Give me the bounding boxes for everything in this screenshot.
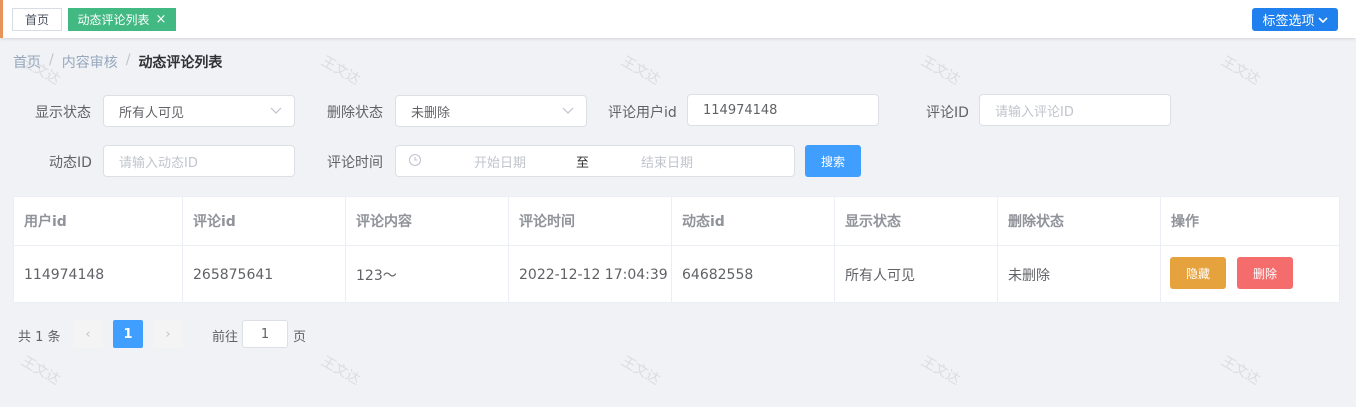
goto-page-input[interactable]: 1	[242, 320, 288, 348]
chevron-right-icon: ›	[165, 326, 171, 342]
breadcrumb-item-home[interactable]: 首页	[13, 52, 41, 72]
delete-status-select[interactable]: 未删除	[395, 95, 587, 127]
comment-user-id-input[interactable]: 114974148	[687, 94, 879, 126]
watermark-text: 王文达	[1218, 53, 1263, 89]
display-status-label: 显示状态	[35, 105, 91, 121]
range-separator: 至	[576, 155, 590, 171]
watermark-text: 王文达	[1218, 353, 1263, 389]
breadcrumb-separator: /	[125, 52, 131, 68]
chevron-down-icon	[1317, 16, 1328, 23]
tag-home[interactable]: 首页	[12, 8, 62, 31]
watermark-text: 王文达	[918, 353, 963, 389]
table-header-comment-id: 评论id	[183, 197, 346, 246]
cell-comment-id: 265875641	[183, 246, 346, 303]
chevron-down-icon	[270, 107, 282, 114]
comment-time-range-picker[interactable]: 开始日期 至 结束日期	[395, 145, 795, 177]
tag-home-label: 首页	[24, 13, 49, 27]
table-header-user-id: 用户id	[14, 197, 183, 246]
table-header-dynamic-id: 动态id	[672, 197, 835, 246]
end-date-placeholder[interactable]: 结束日期	[641, 152, 693, 171]
chevron-left-icon: ‹	[85, 326, 91, 342]
comments-table: 用户id 评论id 评论内容 评论时间 动态id 显示状态 删除状态 操作 11…	[13, 196, 1340, 303]
display-status-select[interactable]: 所有人可见	[103, 95, 295, 127]
goto-suffix: 页	[293, 330, 307, 345]
delete-status-label: 删除状态	[327, 105, 383, 121]
tag-active-label: 动态评论列表	[77, 13, 150, 27]
breadcrumb-item-current: 动态评论列表	[138, 55, 223, 71]
display-status-value: 所有人可见	[119, 105, 185, 121]
delete-button-label: 删除	[1252, 266, 1277, 281]
table-header-delete-status: 删除状态	[998, 197, 1161, 246]
clock-icon	[408, 153, 422, 167]
cell-dynamic-id: 64682558	[672, 246, 835, 303]
cell-time: 2022-12-12 17:04:39	[509, 246, 672, 303]
delete-status-value: 未删除	[411, 105, 451, 121]
goto-label: 前往	[212, 330, 239, 345]
pagination-total: 共 1 条	[18, 330, 61, 345]
table-header-content: 评论内容	[346, 197, 509, 246]
dynamic-id-placeholder: 请输入动态ID	[119, 155, 198, 171]
watermark-text: 王文达	[318, 353, 363, 389]
comment-user-id-value: 114974148	[703, 102, 778, 118]
table-header-time: 评论时间	[509, 197, 672, 246]
hide-button-label: 隐藏	[1185, 266, 1210, 281]
watermark-text: 王文达	[918, 53, 963, 89]
prev-page-button[interactable]: ‹	[73, 320, 103, 348]
cell-display-status: 所有人可见	[835, 246, 998, 303]
hide-button[interactable]: 隐藏	[1170, 257, 1226, 289]
comment-id-input[interactable]: 请输入评论ID	[979, 94, 1171, 126]
search-button-label: 搜索	[820, 154, 845, 169]
chevron-down-icon	[562, 107, 574, 114]
delete-button[interactable]: 删除	[1237, 257, 1293, 289]
comment-id-placeholder: 请输入评论ID	[995, 104, 1074, 120]
table-header-display-status: 显示状态	[835, 197, 998, 246]
breadcrumb: 首页 / 内容审核 / 动态评论列表	[13, 52, 222, 72]
close-icon[interactable]: ×	[156, 13, 167, 26]
cell-content: 123～	[346, 246, 509, 303]
next-page-button[interactable]: ›	[153, 320, 183, 348]
comment-id-label: 评论ID	[926, 105, 969, 121]
breadcrumb-item-content-review[interactable]: 内容审核	[62, 52, 118, 72]
dynamic-id-label: 动态ID	[49, 155, 92, 171]
tag-options-button[interactable]: 标签选项	[1252, 8, 1338, 31]
watermark-text: 王文达	[18, 353, 63, 389]
tag-options-label: 标签选项	[1262, 14, 1315, 29]
breadcrumb-separator: /	[49, 52, 54, 68]
cell-delete-status: 未删除	[998, 246, 1161, 303]
watermark-text: 王文达	[618, 353, 663, 389]
start-date-placeholder[interactable]: 开始日期	[474, 152, 526, 171]
tag-active[interactable]: 动态评论列表 ×	[68, 8, 176, 31]
page-number-current[interactable]: 1	[113, 320, 143, 348]
tags-bar: 首页 动态评论列表 × 标签选项	[0, 0, 1356, 38]
cell-user-id: 114974148	[14, 246, 183, 303]
watermark-text: 王文达	[318, 53, 363, 89]
dynamic-id-input[interactable]: 请输入动态ID	[103, 145, 295, 177]
search-button[interactable]: 搜索	[805, 145, 861, 177]
watermark-text: 王文达	[618, 53, 663, 89]
comment-user-id-label: 评论用户id	[608, 105, 677, 121]
comment-time-label: 评论时间	[327, 155, 383, 171]
table-header-actions: 操作	[1161, 197, 1339, 246]
